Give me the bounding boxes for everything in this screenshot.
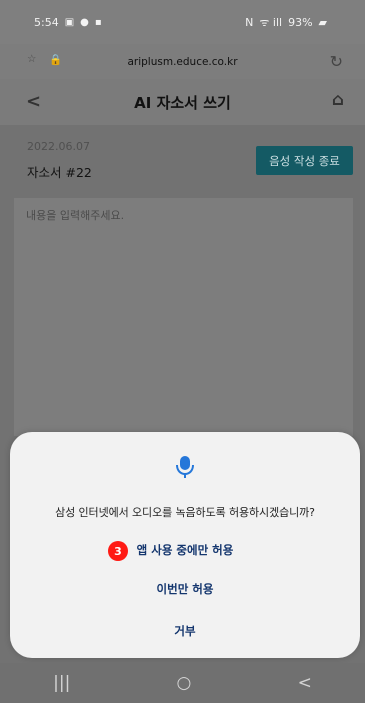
url-text[interactable]: ariplusm.educe.co.kr [127,56,237,68]
home-navigation-icon[interactable]: ○ [177,673,192,693]
home-icon[interactable]: ⌂ [332,90,344,110]
battery-icon: ▰ [318,15,327,29]
star-icon[interactable]: ☆ [27,53,36,66]
permission-prompt: 삼성 인터넷에서 오디오를 녹음하도록 허용하시겠습니까? [55,506,315,519]
app-icon: ▪ [94,16,102,28]
deny-button[interactable]: 거부 [10,617,360,645]
browser-url-bar[interactable]: ☆ 🔒 ariplusm.educe.co.kr ↻ [0,44,365,79]
app-header: < AI 자소서 쓰기 ⌂ [0,79,365,125]
document-date: 2022.06.07 [27,140,90,153]
reload-icon[interactable]: ↻ [330,52,343,71]
microphone-icon [176,456,194,478]
document-title: 자소서 #22 [27,165,92,180]
signal-text: ᯤ ill [259,15,283,29]
status-right: N ᯤ ill 93% ▰ [245,15,327,30]
gallery-icon: ▣ [64,16,75,28]
battery-text: 93% [288,15,313,29]
recent-apps-icon[interactable]: ||| [53,673,70,693]
back-navigation-icon[interactable]: < [298,673,312,693]
message-icon: ● [80,16,89,28]
voice-end-button[interactable]: 음성 작성 종료 [256,146,353,175]
back-icon[interactable]: < [26,91,41,112]
microphone-permission-dialog: 삼성 인터넷에서 오디오를 녹음하도록 허용하시겠습니까? 3 앱 사용 중에만… [10,432,360,658]
allow-once-button[interactable]: 이번만 허용 [10,575,360,603]
time: 5:54 [34,15,59,29]
url-left-icons: ☆ 🔒 [27,53,63,66]
lock-icon: 🔒 [49,54,63,66]
network-text: N [245,15,254,29]
allow-while-using-button[interactable]: 앱 사용 중에만 허용 [10,536,360,564]
status-left: 5:54 ▣ ● ▪ [34,16,102,29]
status-bar: 5:54 ▣ ● ▪ N ᯤ ill 93% ▰ [0,0,365,44]
content-textarea[interactable]: 내용을 입력해주세요. [14,198,353,436]
system-navigation-bar: ||| ○ < [0,663,365,703]
page-title: AI 자소서 쓰기 [134,93,231,112]
